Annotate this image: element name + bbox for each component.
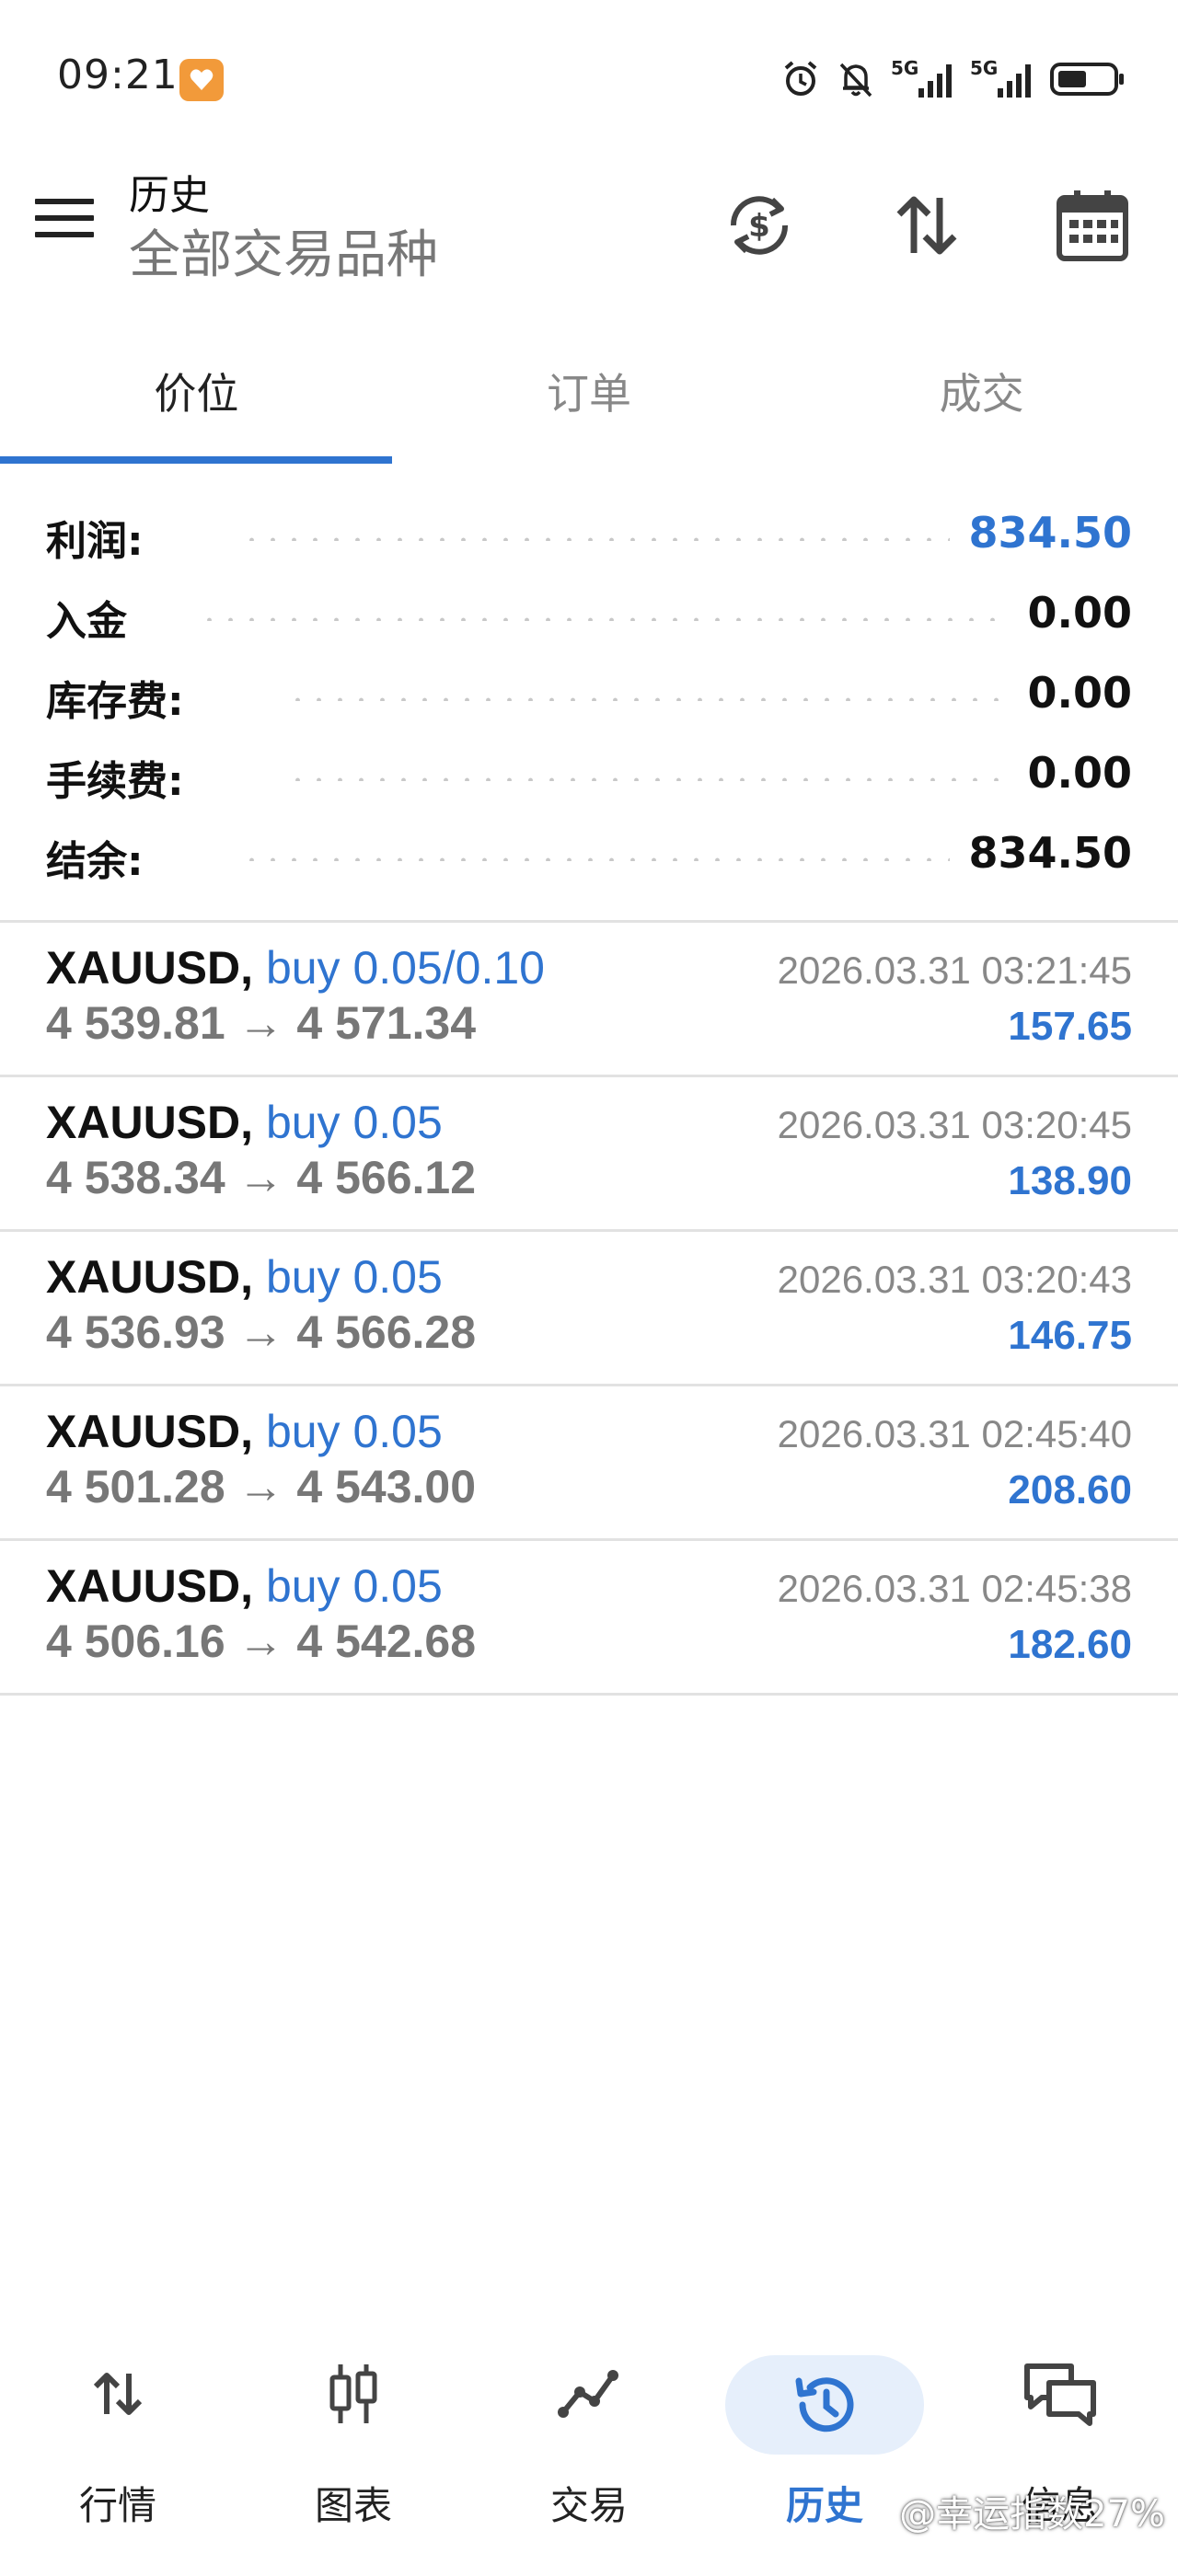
status-icons: 5G 5G — [780, 53, 1126, 105]
dot-leader — [287, 697, 1005, 701]
deal-time: 2026.03.31 02:45:38 — [777, 1567, 1132, 1610]
sort-icon[interactable] — [885, 184, 968, 267]
alarm-icon — [780, 59, 821, 99]
summary-row-profit: 利润: 834.50 — [0, 497, 1178, 577]
deal-prices: 4 501.28 → 4 543.00 — [46, 1461, 477, 1512]
nav-messages[interactable]: 信息 — [942, 2337, 1178, 2576]
deal-profit: 157.65 — [1008, 1004, 1132, 1049]
balance-label: 结余: — [46, 838, 144, 885]
history-clock-icon — [779, 2366, 871, 2444]
tab-orders[interactable]: 订单 — [393, 340, 786, 466]
summary-row-commission: 手续费: 0.00 — [0, 737, 1178, 817]
status-bar: 09:21 5G 5G — [0, 0, 1178, 156]
balance-value: 834.50 — [968, 828, 1132, 878]
network-label-2: 5G — [970, 57, 999, 79]
signal-5g-icon-1: 5G — [891, 57, 955, 101]
summary-row-balance: 结余: 834.50 — [0, 817, 1178, 897]
deal-time: 2026.03.31 03:20:43 — [777, 1258, 1132, 1301]
nav-chart[interactable]: 图表 — [236, 2337, 471, 2576]
deal-prices: 4 539.81 → 4 571.34 — [46, 997, 477, 1049]
deal-side: buy 0.05 — [265, 1406, 443, 1457]
active-tab-indicator — [0, 456, 392, 464]
deal-time: 2026.03.31 03:20:45 — [777, 1103, 1132, 1146]
deal-side: buy 0.05 — [265, 1097, 443, 1148]
nav-trade[interactable]: 交易 — [471, 2337, 707, 2576]
watermark: @幸运指数27% — [899, 2493, 1165, 2536]
bell-muted-icon — [836, 59, 876, 99]
deal-prices: 4 536.93 → 4 566.28 — [46, 1306, 477, 1358]
trade-line-icon — [543, 2355, 635, 2432]
deal-symbol: XAUUSD, — [46, 1406, 254, 1457]
deal-side: buy 0.05/0.10 — [265, 942, 545, 994]
status-time: 09:21 — [57, 52, 179, 98]
calendar-icon[interactable] — [1051, 184, 1134, 267]
notification-app-icon — [179, 59, 224, 101]
commission-value: 0.00 — [1027, 748, 1133, 798]
deal-profit: 182.60 — [1008, 1622, 1132, 1667]
bottom-navigation: 行情 图表 交易 历史 信息 — [0, 2337, 1178, 2576]
deal-side: buy 0.05 — [265, 1560, 443, 1612]
page-title: 历史 — [129, 172, 210, 219]
deal-row[interactable]: XAUUSD, buy 0.05 4 501.28 → 4 543.00 202… — [0, 1386, 1178, 1541]
dot-leader — [241, 537, 950, 541]
profit-value: 834.50 — [968, 508, 1132, 558]
battery-icon — [1049, 59, 1126, 99]
svg-text:$: $ — [748, 208, 770, 245]
deal-symbol: XAUUSD, — [46, 942, 254, 994]
summary-row-deposit: 入金 0.00 — [0, 577, 1178, 657]
deal-prices: 4 538.34 → 4 566.12 — [46, 1152, 477, 1203]
swap-label: 库存费: — [46, 678, 184, 725]
deal-prices: 4 506.16 → 4 542.68 — [46, 1616, 477, 1667]
network-label-1: 5G — [891, 57, 919, 79]
deal-side: buy 0.05 — [265, 1251, 443, 1303]
deposit-value: 0.00 — [1027, 588, 1133, 638]
nav-label-trade: 交易 — [549, 2483, 628, 2528]
quotes-arrows-icon — [72, 2355, 164, 2432]
deal-symbol: XAUUSD, — [46, 1097, 254, 1148]
messages-icon — [1014, 2355, 1106, 2432]
deal-profit: 208.60 — [1008, 1467, 1132, 1512]
swap-value: 0.00 — [1027, 668, 1133, 718]
tab-positions[interactable]: 价位 — [0, 340, 393, 466]
deal-profit: 146.75 — [1008, 1313, 1132, 1358]
chart-candles-icon — [307, 2355, 399, 2432]
summary-row-swap: 库存费: 0.00 — [0, 657, 1178, 737]
deal-profit: 138.90 — [1008, 1158, 1132, 1203]
profit-label: 利润: — [46, 518, 144, 565]
nav-quotes[interactable]: 行情 — [0, 2337, 236, 2576]
symbol-filter[interactable]: 全部交易品种 — [129, 213, 438, 288]
deal-row[interactable]: XAUUSD, buy 0.05 4 536.93 → 4 566.28 202… — [0, 1232, 1178, 1386]
deal-symbol: XAUUSD, — [46, 1560, 254, 1612]
signal-5g-icon-2: 5G — [970, 57, 1034, 101]
currency-exchange-icon[interactable]: $ — [718, 184, 801, 267]
dot-leader — [287, 777, 1005, 781]
summary-panel: 利润: 834.50 入金 0.00 库存费: 0.00 手续费: 0.00 结… — [0, 497, 1178, 897]
deal-row[interactable]: XAUUSD, buy 0.05/0.10 4 539.81 → 4 571.3… — [0, 923, 1178, 1077]
tab-bar: 价位 订单 成交 — [0, 340, 1178, 466]
deal-row[interactable]: XAUUSD, buy 0.05 4 538.34 → 4 566.12 202… — [0, 1077, 1178, 1232]
deposit-label: 入金 — [46, 598, 127, 645]
dot-leader — [199, 617, 1009, 621]
deal-time: 2026.03.31 02:45:40 — [777, 1412, 1132, 1455]
nav-label-chart: 图表 — [314, 2483, 392, 2528]
deal-time: 2026.03.31 03:21:45 — [777, 949, 1132, 992]
nav-history[interactable]: 历史 — [707, 2337, 942, 2576]
tab-deals[interactable]: 成交 — [785, 340, 1178, 466]
deal-row[interactable]: XAUUSD, buy 0.05 4 506.16 → 4 542.68 202… — [0, 1541, 1178, 1696]
app-header: 历史 全部交易品种 $ — [0, 156, 1178, 285]
dot-leader — [241, 857, 950, 861]
menu-icon[interactable] — [35, 199, 94, 245]
commission-label: 手续费: — [46, 758, 184, 805]
deal-symbol: XAUUSD, — [46, 1251, 254, 1303]
nav-label-quotes: 行情 — [78, 2483, 156, 2528]
